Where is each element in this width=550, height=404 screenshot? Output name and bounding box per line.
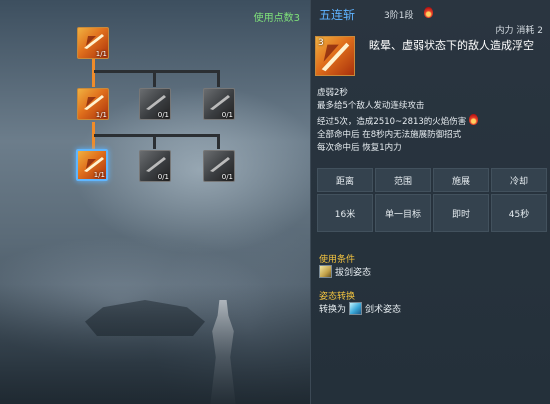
stat-header-range: 距离 bbox=[317, 168, 373, 192]
points-used-label: 使用点数3 bbox=[253, 13, 300, 24]
slash-icon bbox=[146, 95, 166, 110]
desc-line: 经过5次，造成2510~2813的火焰伤害 bbox=[317, 113, 547, 129]
use-condition: 拔剑姿态 bbox=[319, 265, 371, 278]
skill-icon: 3 bbox=[315, 36, 355, 76]
skill-node-level: 1/1 bbox=[95, 50, 107, 58]
stat-header-cooldown: 冷却 bbox=[491, 168, 547, 192]
connector-line bbox=[217, 134, 220, 149]
stance-label: 剑术姿态 bbox=[365, 305, 402, 315]
skill-node-2[interactable]: 1/1 bbox=[77, 88, 109, 120]
slash-icon bbox=[84, 34, 104, 49]
desc-line: 全部命中后 在8秒内无法施展防御招式 bbox=[317, 130, 462, 140]
desc-line: 虚弱2秒 bbox=[317, 88, 348, 98]
stat-value-cooldown: 45秒 bbox=[491, 194, 547, 232]
sword-stance-icon bbox=[349, 302, 363, 315]
use-condition-label: 拔剑姿态 bbox=[335, 268, 372, 278]
skill-node-3[interactable]: 0/1 bbox=[139, 88, 171, 120]
skill-node-1[interactable]: 1/1 bbox=[77, 27, 109, 59]
use-condition-title: 使用条件 bbox=[319, 255, 356, 265]
skill-node-level: 1/1 bbox=[93, 171, 105, 179]
stance-title: 姿态转换 bbox=[319, 292, 356, 302]
desc-line: 每次命中后 恢复1内力 bbox=[317, 143, 402, 153]
skill-node-level: 0/1 bbox=[221, 173, 233, 181]
skill-description: 虚弱2秒 最多给5个敌人发动连续攻击 经过5次，造成2510~2813的火焰伤害… bbox=[317, 87, 547, 155]
skill-node-6[interactable]: 0/1 bbox=[139, 150, 171, 182]
fire-icon bbox=[469, 114, 478, 125]
skill-node-level: 0/1 bbox=[157, 173, 169, 181]
skill-stats-table: 距离 范围 施展 冷却 16米 单一目标 即时 45秒 bbox=[317, 168, 547, 234]
stat-header-cast: 施展 bbox=[433, 168, 489, 192]
skill-effect: 眩晕、虚弱状态下的敌人造成浮空 bbox=[369, 39, 534, 52]
connector-line bbox=[94, 70, 219, 73]
skill-detail-panel: 五连斩 3阶1段 内力 消耗 2 3 眩晕、虚弱状态下的敌人造成浮空 虚弱2秒 … bbox=[310, 0, 550, 404]
connector-line bbox=[94, 134, 219, 137]
skill-node-level: 1/1 bbox=[95, 111, 107, 119]
slash-icon bbox=[146, 157, 166, 172]
connector-line bbox=[153, 70, 156, 87]
skill-node-level: 0/1 bbox=[221, 111, 233, 119]
stat-value-cast: 即时 bbox=[433, 194, 489, 232]
stance-change: 转换为 剑术姿态 bbox=[319, 302, 401, 315]
stat-header-area: 范围 bbox=[375, 168, 431, 192]
connector-line bbox=[217, 70, 220, 87]
skill-tier: 3阶1段 bbox=[384, 11, 414, 21]
background-ground bbox=[0, 284, 310, 404]
skill-node-7[interactable]: 0/1 bbox=[203, 150, 235, 182]
mana-cost: 内力 消耗 2 bbox=[495, 26, 543, 36]
skill-tree-panel: 使用点数3 1/1 1/1 0/1 0/1 1/1 0/1 0/1 bbox=[0, 0, 310, 404]
stat-value-area: 单一目标 bbox=[375, 194, 431, 232]
skill-icon-number: 3 bbox=[318, 38, 324, 48]
stat-value-range: 16米 bbox=[317, 194, 373, 232]
desc-line-text: 经过5次，造成2510~2813的火焰伤害 bbox=[317, 117, 467, 127]
connector-line bbox=[92, 59, 95, 87]
slash-icon bbox=[84, 95, 104, 110]
slash-icon bbox=[210, 95, 230, 110]
skill-name: 五连斩 bbox=[319, 8, 356, 22]
draw-sword-icon bbox=[319, 265, 332, 278]
skill-node-level: 0/1 bbox=[157, 111, 169, 119]
connector-line bbox=[153, 134, 156, 149]
skill-node-5[interactable]: 1/1 bbox=[76, 149, 108, 181]
skill-node-4[interactable]: 0/1 bbox=[203, 88, 235, 120]
desc-line: 最多给5个敌人发动连续攻击 bbox=[317, 101, 425, 111]
slash-icon bbox=[210, 157, 230, 172]
stance-prefix: 转换为 bbox=[319, 305, 347, 315]
fire-icon bbox=[424, 7, 433, 18]
